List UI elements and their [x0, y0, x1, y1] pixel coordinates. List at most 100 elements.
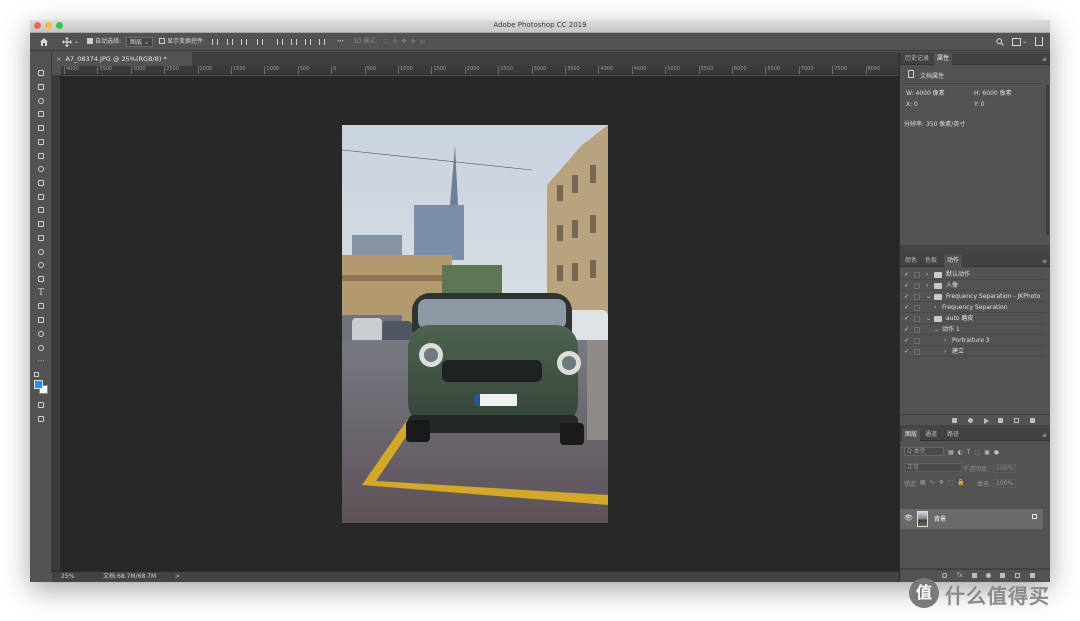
auto-select-target-select[interactable]: 图层 ⌄ [126, 37, 153, 47]
lock-icons[interactable]: ▦✎✥⬚🔒 [920, 479, 969, 486]
align-bottom-icon[interactable] [241, 39, 247, 45]
move-tool-icon[interactable] [62, 37, 72, 47]
width-value[interactable]: W: 4000 像素 [906, 88, 945, 97]
action-step-row[interactable]: ✓ › 建立 [900, 347, 1044, 357]
trash-icon[interactable] [1030, 418, 1035, 423]
tab-layers[interactable]: 图层 [902, 429, 921, 441]
more-options-icon[interactable]: ··· [337, 33, 344, 51]
blur-tool-icon[interactable] [36, 247, 46, 257]
path-selection-tool-icon[interactable] [36, 301, 46, 311]
tab-history[interactable]: 历史记录 [902, 53, 932, 65]
history-brush-tool-icon[interactable] [36, 205, 46, 215]
foreground-color-swatch[interactable] [34, 380, 43, 389]
eyedropper-tool-icon[interactable] [36, 151, 46, 161]
dialog-toggle-icon[interactable] [914, 305, 920, 311]
quick-select-tool-icon[interactable] [36, 109, 46, 119]
tab-channels[interactable]: 通道 [922, 429, 940, 441]
panel-scrollbar[interactable] [1046, 85, 1049, 235]
action-set-row[interactable]: ✓ ⌄ Frequency Separation - JKPhoto [900, 292, 1044, 302]
chevron-down-icon[interactable]: ⌄ [74, 33, 79, 51]
check-icon[interactable]: ✓ [904, 325, 909, 335]
chevron-down-icon[interactable]: ⌄ [1022, 33, 1027, 51]
canvas-area[interactable] [61, 76, 899, 571]
check-icon[interactable]: ✓ [904, 270, 909, 280]
align-left-icon[interactable] [257, 39, 263, 45]
chevron-right-icon[interactable]: › [944, 347, 946, 357]
pen-tool-icon[interactable] [36, 274, 46, 284]
default-colors-icon[interactable] [34, 372, 39, 377]
chevron-down-icon[interactable]: ⌄ [926, 314, 931, 324]
type-tool-icon[interactable]: T [36, 288, 46, 298]
eye-icon[interactable]: 👁 [904, 514, 913, 522]
workspace-icon[interactable] [1012, 38, 1021, 46]
panel-menu-icon[interactable]: ≡ [1042, 56, 1047, 63]
play-icon[interactable] [984, 418, 989, 424]
clone-stamp-tool-icon[interactable] [36, 192, 46, 202]
filter-icons[interactable]: ▦◐T⬚▣● [948, 449, 1003, 456]
screen-mode-icon[interactable] [36, 414, 46, 424]
record-icon[interactable] [968, 418, 973, 423]
action-set-row[interactable]: ✓ › 人像 [900, 281, 1044, 291]
move-tool-icon[interactable] [36, 68, 46, 78]
dialog-toggle-icon[interactable] [914, 283, 920, 289]
chevron-down-icon[interactable]: ⌄ [934, 325, 939, 335]
chevron-right-icon[interactable]: › [944, 336, 946, 346]
action-step-row[interactable]: ✓ › Portraiture 3 [900, 336, 1044, 346]
dialog-toggle-icon[interactable] [914, 349, 920, 355]
lasso-tool-icon[interactable] [36, 96, 46, 106]
status-info-menu-arrow[interactable]: > [175, 572, 180, 582]
marquee-tool-icon[interactable] [36, 82, 46, 92]
quick-mask-icon[interactable] [36, 400, 46, 410]
blend-mode-select[interactable]: 正常 [904, 463, 962, 472]
panel-menu-icon[interactable]: ≡ [1042, 432, 1047, 439]
fx-icon[interactable]: fx [957, 572, 963, 579]
distribute-spacing-icon[interactable] [319, 39, 325, 45]
fill-input[interactable]: 100% [993, 479, 1017, 488]
document-image[interactable] [342, 125, 608, 523]
tab-properties[interactable]: 属性 [934, 53, 953, 65]
align-vertical-center-icon[interactable] [227, 39, 233, 45]
dialog-toggle-icon[interactable] [914, 294, 920, 300]
tab-paths[interactable]: 路径 [944, 429, 962, 441]
tab-swatches[interactable]: 色板 [922, 255, 940, 267]
dialog-toggle-icon[interactable] [914, 338, 920, 344]
action-set-row[interactable]: ✓ › 默认动作 [900, 270, 1044, 280]
chevron-right-icon[interactable]: › [934, 303, 936, 313]
new-set-folder-icon[interactable] [998, 418, 1003, 423]
align-top-icon[interactable] [212, 39, 218, 45]
document-tab[interactable]: × A7_08374.JPG @ 25%(RGB/8) * [52, 52, 192, 66]
dodge-tool-icon[interactable] [36, 260, 46, 270]
healing-brush-tool-icon[interactable] [36, 164, 46, 174]
tab-color[interactable]: 颜色 [902, 255, 920, 267]
auto-select-checkbox[interactable]: 自动选择: [87, 33, 121, 51]
share-icon[interactable] [1035, 37, 1043, 46]
align-right-icon[interactable] [291, 39, 297, 45]
close-tab-icon[interactable]: × [56, 55, 61, 63]
x-value[interactable]: X: 0 [906, 101, 918, 108]
edit-toolbar-icon[interactable]: ··· [36, 357, 46, 367]
panel-menu-icon[interactable]: ≡ [1042, 258, 1047, 265]
home-icon[interactable] [39, 37, 49, 47]
chevron-down-icon[interactable]: ⌄ [926, 292, 931, 302]
hand-tool-icon[interactable] [36, 329, 46, 339]
zoom-level[interactable]: 25% [61, 572, 74, 582]
layer-row[interactable]: 👁 背景 [900, 509, 1043, 529]
check-icon[interactable]: ✓ [904, 336, 909, 346]
action-row[interactable]: ✓ ⌄ 动作 1 [900, 325, 1044, 335]
action-set-row[interactable]: ✓ ⌄ auto 磨皮 [900, 314, 1044, 324]
opacity-input[interactable]: 100% [993, 464, 1017, 473]
zoom-tool-icon[interactable] [36, 343, 46, 353]
show-transform-checkbox[interactable]: 显示变换控件 [159, 33, 203, 51]
check-icon[interactable]: ✓ [904, 347, 909, 357]
align-horizontal-center-icon[interactable] [277, 39, 283, 45]
gradient-tool-icon[interactable] [36, 233, 46, 243]
rectangle-tool-icon[interactable] [36, 315, 46, 325]
action-row[interactable]: ✓ › Frequency Separation [900, 303, 1044, 313]
check-icon[interactable]: ✓ [904, 292, 909, 302]
chevron-right-icon[interactable]: › [926, 270, 928, 280]
height-value[interactable]: H: 6000 像素 [974, 88, 1012, 97]
crop-tool-icon[interactable] [36, 123, 46, 133]
search-icon[interactable] [996, 38, 1004, 46]
check-icon[interactable]: ✓ [904, 303, 909, 313]
layer-filter-select[interactable]: Q 类型 [904, 447, 944, 456]
